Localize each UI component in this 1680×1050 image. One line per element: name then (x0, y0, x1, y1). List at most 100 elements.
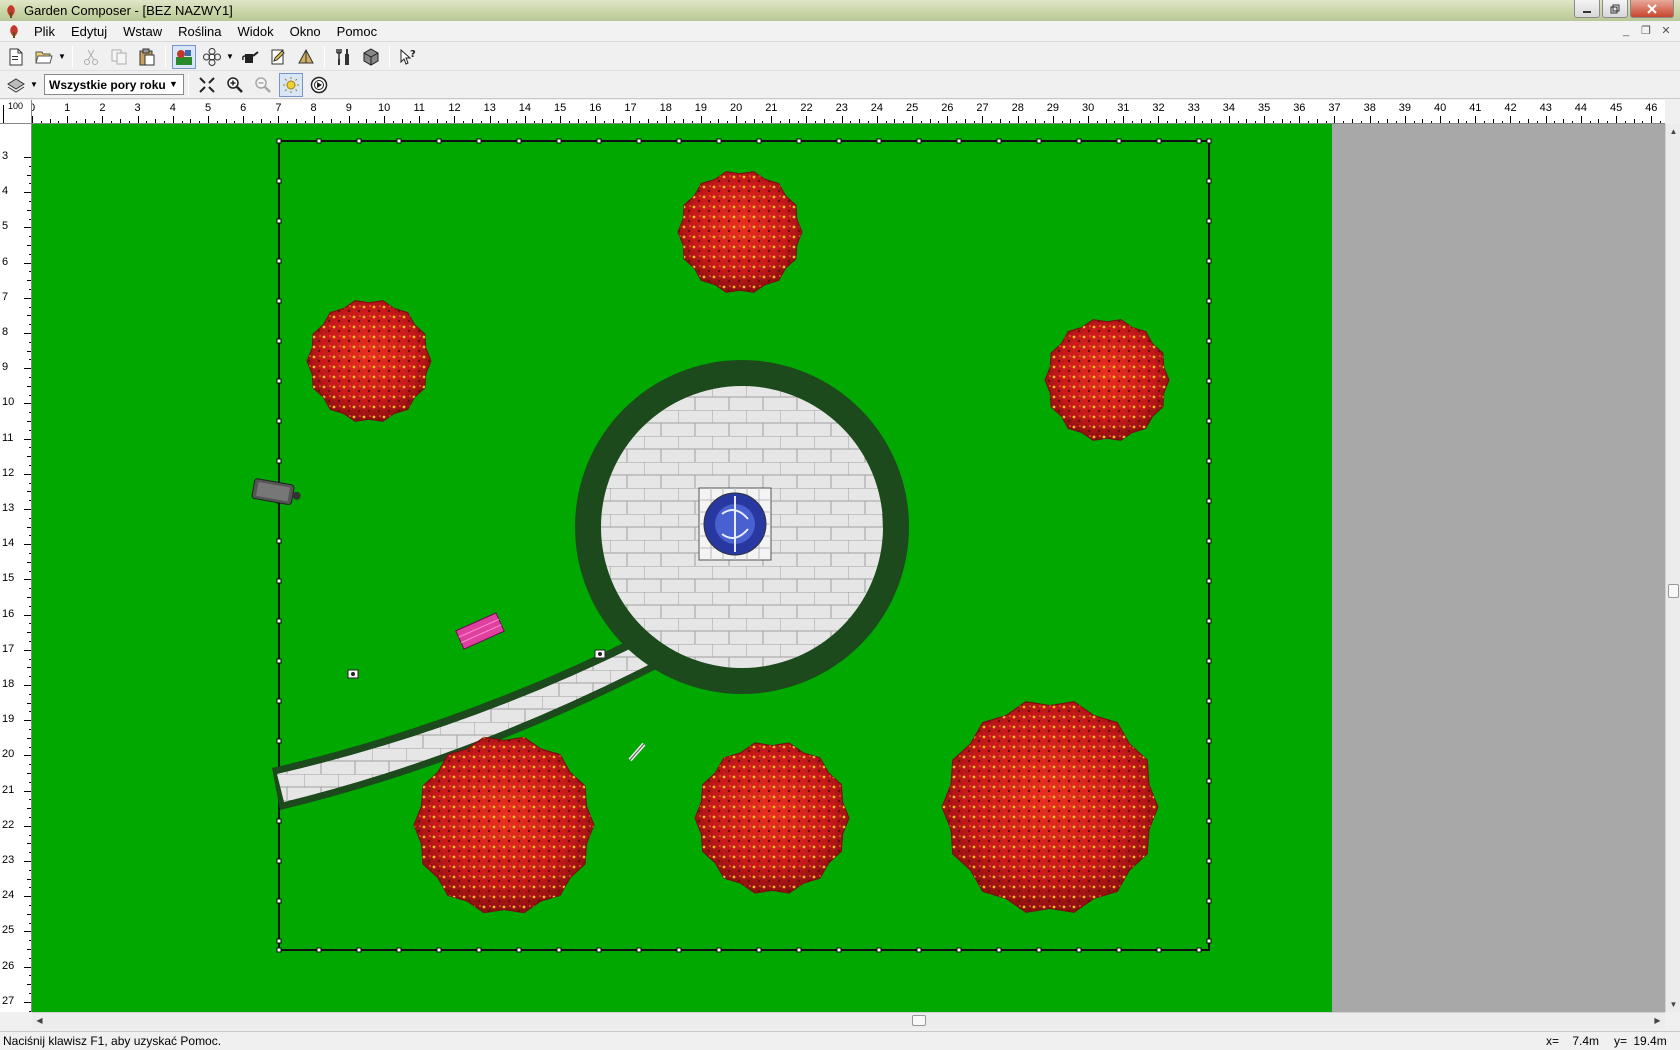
boundary-handle[interactable] (876, 947, 882, 953)
boundary-handle[interactable] (276, 938, 282, 944)
open-dropdown[interactable]: ▼ (58, 45, 66, 69)
zoom-fit-button[interactable] (195, 73, 219, 97)
boundary-handle[interactable] (836, 138, 842, 144)
menu-wstaw[interactable]: Wstaw (115, 21, 170, 42)
boundary-handle[interactable] (276, 138, 282, 144)
minimize-button[interactable] (1574, 0, 1600, 18)
scroll-left-icon[interactable]: ◀ (32, 1013, 47, 1028)
boundary-handle[interactable] (276, 458, 282, 464)
bench[interactable] (455, 612, 505, 650)
new-button[interactable] (4, 45, 28, 69)
boundary-handle[interactable] (716, 138, 722, 144)
boundary-handle[interactable] (1206, 498, 1212, 504)
vertical-scrollbar[interactable]: ▲ ▼ (1665, 124, 1680, 1012)
boundary-handle[interactable] (1206, 778, 1212, 784)
boundary-handle[interactable] (596, 138, 602, 144)
menu-roslina[interactable]: Roślina (170, 21, 229, 42)
boundary-handle[interactable] (1206, 378, 1212, 384)
zoom-out-button[interactable] (251, 73, 275, 97)
boundary-handle[interactable] (596, 947, 602, 953)
menu-pomoc[interactable]: Pomoc (329, 21, 385, 42)
boundary-handle[interactable] (276, 898, 282, 904)
boundary-handle[interactable] (276, 578, 282, 584)
menu-widok[interactable]: Widok (229, 21, 281, 42)
garden-cart[interactable] (251, 478, 303, 506)
boundary-handle[interactable] (916, 138, 922, 144)
boundary-handle[interactable] (1206, 578, 1212, 584)
boundary-handle[interactable] (556, 138, 562, 144)
boundary-handle[interactable] (1156, 138, 1162, 144)
doc-restore-button[interactable]: ❐ (1638, 23, 1654, 39)
doc-minimize-button[interactable]: _ (1618, 23, 1634, 39)
boundary-handle[interactable] (1116, 947, 1122, 953)
doc-close-button[interactable]: ✕ (1658, 23, 1674, 39)
boundary-handle[interactable] (1206, 538, 1212, 544)
boundary-handle[interactable] (316, 947, 322, 953)
boundary-handle[interactable] (276, 947, 282, 953)
boundary-handle[interactable] (276, 738, 282, 744)
maximize-button[interactable] (1602, 0, 1628, 18)
boundary-handle[interactable] (1206, 418, 1212, 424)
boundary-handle[interactable] (1206, 858, 1212, 864)
boundary-handle[interactable] (796, 138, 802, 144)
boundary-handle[interactable] (676, 138, 682, 144)
menu-plik[interactable]: Plik (26, 21, 63, 42)
flower-shrub[interactable] (941, 701, 1159, 913)
boundary-handle[interactable] (436, 138, 442, 144)
animation-button[interactable] (307, 73, 331, 97)
boundary-handle[interactable] (276, 338, 282, 344)
boundary-handle[interactable] (1196, 138, 1202, 144)
boundary-handle[interactable] (1206, 698, 1212, 704)
boundary-handle[interactable] (956, 947, 962, 953)
paste-button[interactable] (135, 45, 159, 69)
boundary-handle[interactable] (276, 858, 282, 864)
flower-shrub[interactable] (306, 300, 432, 422)
scroll-down-icon[interactable]: ▼ (1666, 997, 1680, 1012)
boundary-handle[interactable] (1076, 947, 1082, 953)
boundary-handle[interactable] (276, 258, 282, 264)
flower-shrub[interactable] (694, 742, 850, 894)
boundary-handle[interactable] (676, 947, 682, 953)
boundary-handle[interactable] (836, 947, 842, 953)
flower-shrub[interactable] (413, 736, 595, 914)
document-icon[interactable] (6, 23, 22, 39)
boundary-handle[interactable] (276, 418, 282, 424)
flower-shrub[interactable] (1044, 319, 1170, 441)
boundary-handle[interactable] (756, 947, 762, 953)
boundary-handle[interactable] (556, 947, 562, 953)
tools-button[interactable] (331, 45, 355, 69)
boundary-handle[interactable] (516, 138, 522, 144)
context-help-button[interactable]: ? (396, 45, 420, 69)
close-button[interactable] (1630, 0, 1674, 18)
sun-view-button[interactable] (279, 72, 303, 97)
boundary-handle[interactable] (276, 618, 282, 624)
open-button[interactable] (32, 45, 56, 69)
boundary-handle[interactable] (956, 138, 962, 144)
boundary-handle[interactable] (356, 947, 362, 953)
boundary-handle[interactable] (436, 947, 442, 953)
boundary-handle[interactable] (796, 947, 802, 953)
boundary-handle[interactable] (996, 947, 1002, 953)
boundary-handle[interactable] (636, 947, 642, 953)
boundary-handle[interactable] (1116, 138, 1122, 144)
boundary-handle[interactable] (276, 818, 282, 824)
season-select[interactable]: Wszystkie pory roku ▼ (44, 74, 184, 95)
scroll-up-icon[interactable]: ▲ (1666, 124, 1680, 139)
menu-edytuj[interactable]: Edytuj (63, 21, 115, 42)
boundary-handle[interactable] (996, 138, 1002, 144)
boundary-handle[interactable] (1206, 298, 1212, 304)
boundary-handle[interactable] (1206, 138, 1212, 144)
boundary-handle[interactable] (1206, 738, 1212, 744)
layers-button[interactable] (4, 73, 28, 97)
boundary-handle[interactable] (476, 947, 482, 953)
boundary-handle[interactable] (276, 538, 282, 544)
boundary-handle[interactable] (1206, 938, 1212, 944)
boundary-handle[interactable] (1206, 258, 1212, 264)
boundary-handle[interactable] (756, 138, 762, 144)
garden-lamp[interactable] (347, 669, 359, 679)
garden-canvas[interactable] (32, 124, 1665, 1012)
boundary-handle[interactable] (716, 947, 722, 953)
plant-button[interactable] (200, 45, 224, 69)
boundary-handle[interactable] (276, 658, 282, 664)
boundary-handle[interactable] (356, 138, 362, 144)
